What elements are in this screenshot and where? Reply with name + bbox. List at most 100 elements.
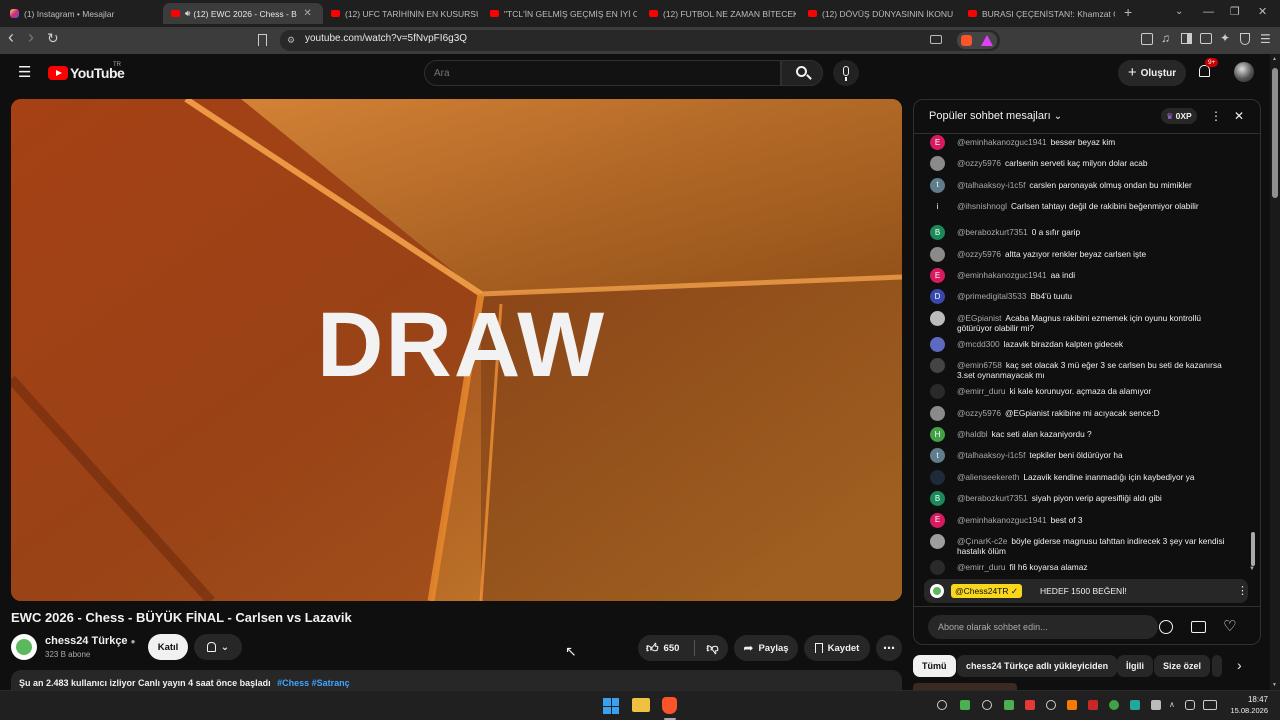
- battery-speaker-icon[interactable]: [1203, 700, 1217, 710]
- browser-tab[interactable]: (12) UFC TARİHİNİN EN KUSURSUZ: [323, 3, 478, 24]
- chat-author-name[interactable]: @eminhakanozguc1941: [957, 137, 1047, 147]
- brave-shield-icon[interactable]: [961, 35, 972, 46]
- chat-author-name[interactable]: @berabozkurt7351: [957, 493, 1028, 503]
- chat-author-avatar[interactable]: [930, 560, 945, 575]
- tray-app-icon[interactable]: [1088, 700, 1098, 710]
- channel-name[interactable]: chess24 Türkçe ●: [45, 635, 135, 647]
- restore-icon[interactable]: ❐: [1230, 5, 1240, 18]
- voice-search-button[interactable]: [833, 60, 859, 86]
- share-button[interactable]: ➦ Paylaş: [734, 635, 798, 661]
- tray-app-icon[interactable]: [1067, 700, 1077, 710]
- tab-close-icon[interactable]: ✕: [303, 8, 311, 19]
- emoji-icon[interactable]: [1159, 620, 1173, 634]
- bookmark-icon[interactable]: [258, 34, 267, 46]
- create-button[interactable]: + Oluştur: [1118, 60, 1186, 86]
- chat-author-name[interactable]: @ÇınarK-c2e: [957, 536, 1007, 546]
- chips-next-chevron-icon[interactable]: ›: [1237, 657, 1242, 673]
- menu-icon[interactable]: ☰: [1260, 32, 1271, 46]
- tray-app-icon[interactable]: [982, 700, 992, 710]
- chat-author-name[interactable]: @ozzy5976: [957, 249, 1001, 259]
- new-tab-button[interactable]: +: [1124, 4, 1132, 20]
- clock-date[interactable]: 15.08.2026: [1222, 706, 1268, 715]
- chat-input-field[interactable]: Abone olarak sohbet edin...: [928, 615, 1158, 639]
- chat-author-avatar[interactable]: E: [930, 135, 945, 150]
- chat-author-avatar[interactable]: E: [930, 512, 945, 528]
- chip-for-you[interactable]: Size özel: [1154, 655, 1211, 677]
- chat-author-avatar[interactable]: [930, 384, 945, 400]
- browser-tab[interactable]: (12) DÖVÜŞ DÜNYASININ İKONU C: [800, 3, 955, 24]
- chat-author-avatar[interactable]: [930, 156, 945, 172]
- chat-author-name[interactable]: @haldbl: [957, 429, 988, 439]
- chip-more-partial[interactable]: [1212, 655, 1222, 677]
- join-button[interactable]: Katıl: [148, 634, 188, 660]
- chat-author-avatar[interactable]: t: [930, 448, 945, 464]
- browser-tab[interactable]: BURASI ÇEÇENİSTAN!: Khamzat Chi: [960, 3, 1115, 24]
- dislike-icon[interactable]: 👎︎: [706, 641, 718, 656]
- leo-ai-icon[interactable]: ✦: [1220, 31, 1230, 45]
- chat-author-avatar[interactable]: E: [930, 268, 945, 283]
- chat-author-name[interactable]: @eminhakanozguc1941: [957, 270, 1047, 280]
- chat-author-name[interactable]: @ihsnishnogl: [957, 201, 1007, 211]
- site-info-icon[interactable]: ⚙: [287, 35, 295, 46]
- chat-author-avatar[interactable]: [930, 469, 945, 485]
- chat-author-avatar[interactable]: [930, 358, 945, 374]
- chat-author-name[interactable]: @berabozkurt7351: [957, 227, 1028, 237]
- media-icon[interactable]: ♫: [1161, 31, 1170, 45]
- chat-close-icon[interactable]: ✕: [1234, 109, 1244, 123]
- chat-author-name[interactable]: @talhaaksoy-i1c5f: [957, 450, 1025, 460]
- page-scrollbar[interactable]: ▲ ▼: [1270, 54, 1280, 690]
- forward-icon[interactable]: ›: [28, 28, 34, 46]
- chat-scroll-down-icon[interactable]: ▼: [1249, 566, 1255, 572]
- brave-shields-area[interactable]: [957, 32, 997, 49]
- chat-author-name[interactable]: @emirr_duru: [957, 562, 1006, 572]
- heart-icon[interactable]: ♡: [1223, 617, 1236, 635]
- scroll-down-icon[interactable]: ▼: [1272, 682, 1277, 688]
- tray-overflow-chevron-icon[interactable]: ∧: [1169, 700, 1175, 709]
- url-text[interactable]: youtube.com/watch?v=5fNvpFI6g3Q: [305, 33, 467, 44]
- brave-browser-icon[interactable]: [662, 697, 677, 714]
- browser-tab-instagram[interactable]: (1) Instagram • Mesajlar: [2, 3, 160, 24]
- chat-author-avatar[interactable]: [930, 246, 945, 262]
- chip-all[interactable]: Tümü: [913, 655, 956, 677]
- browser-tab-active[interactable]: 🔊︎ (12) EWC 2026 - Chess - BÜY ✕: [163, 3, 323, 24]
- chat-author-name[interactable]: @ozzy5976: [957, 408, 1001, 418]
- pinned-user-badge[interactable]: @Chess24TR ✓: [951, 584, 1023, 598]
- browser-tab[interactable]: (12) FUTBOL NE ZAMAN BİTECEK?: [641, 3, 796, 24]
- chat-author-avatar[interactable]: H: [930, 427, 945, 442]
- cast-icon[interactable]: [930, 35, 942, 44]
- chat-author-name[interactable]: @mcdd300: [957, 339, 1000, 349]
- channel-avatar[interactable]: [11, 634, 37, 660]
- brave-rewards-icon[interactable]: [981, 35, 993, 46]
- tray-usb-icon[interactable]: [1151, 700, 1161, 710]
- video-player[interactable]: DRAW: [11, 99, 902, 601]
- sidebar-icon[interactable]: [1181, 33, 1192, 44]
- tray-steam-icon[interactable]: [1046, 700, 1056, 710]
- scroll-up-icon[interactable]: ▲: [1272, 56, 1277, 62]
- search-box[interactable]: [424, 60, 781, 86]
- extensions-icon[interactable]: [1141, 33, 1153, 45]
- chat-author-avatar[interactable]: [930, 405, 945, 421]
- back-icon[interactable]: ‹: [8, 28, 14, 46]
- chat-author-avatar[interactable]: B: [930, 491, 945, 507]
- subscribed-notification-button[interactable]: ⌄: [194, 634, 242, 660]
- more-actions-button[interactable]: ⋯: [876, 635, 902, 661]
- window-close-icon[interactable]: ✕: [1258, 5, 1267, 18]
- chat-points-badge[interactable]: ♛ 0XP: [1161, 108, 1197, 124]
- chat-author-name[interactable]: @EGpianist: [957, 313, 1001, 323]
- chat-author-avatar[interactable]: i: [930, 199, 945, 215]
- chat-author-name[interactable]: @primedigital3533: [957, 291, 1026, 301]
- chat-author-avatar[interactable]: [930, 336, 945, 352]
- vpn-shield-icon[interactable]: [1240, 33, 1250, 45]
- chat-author-avatar[interactable]: [930, 310, 945, 326]
- pinned-more-icon[interactable]: ⋮: [1237, 584, 1248, 597]
- tab-list-chevron-icon[interactable]: ⌄: [1175, 6, 1183, 17]
- clock-time[interactable]: 18:47: [1222, 695, 1268, 704]
- chat-mode-selector[interactable]: Popüler sohbet mesajları ⌄: [929, 110, 1062, 122]
- tray-nvidia-icon[interactable]: [960, 700, 970, 710]
- chat-author-avatar[interactable]: [930, 534, 945, 549]
- like-icon[interactable]: 👍︎: [646, 641, 659, 656]
- chat-author-avatar[interactable]: D: [930, 289, 945, 305]
- save-button[interactable]: Kaydet: [804, 635, 870, 661]
- tray-app-icon[interactable]: [1004, 700, 1014, 710]
- tray-app-icon[interactable]: [1130, 700, 1140, 710]
